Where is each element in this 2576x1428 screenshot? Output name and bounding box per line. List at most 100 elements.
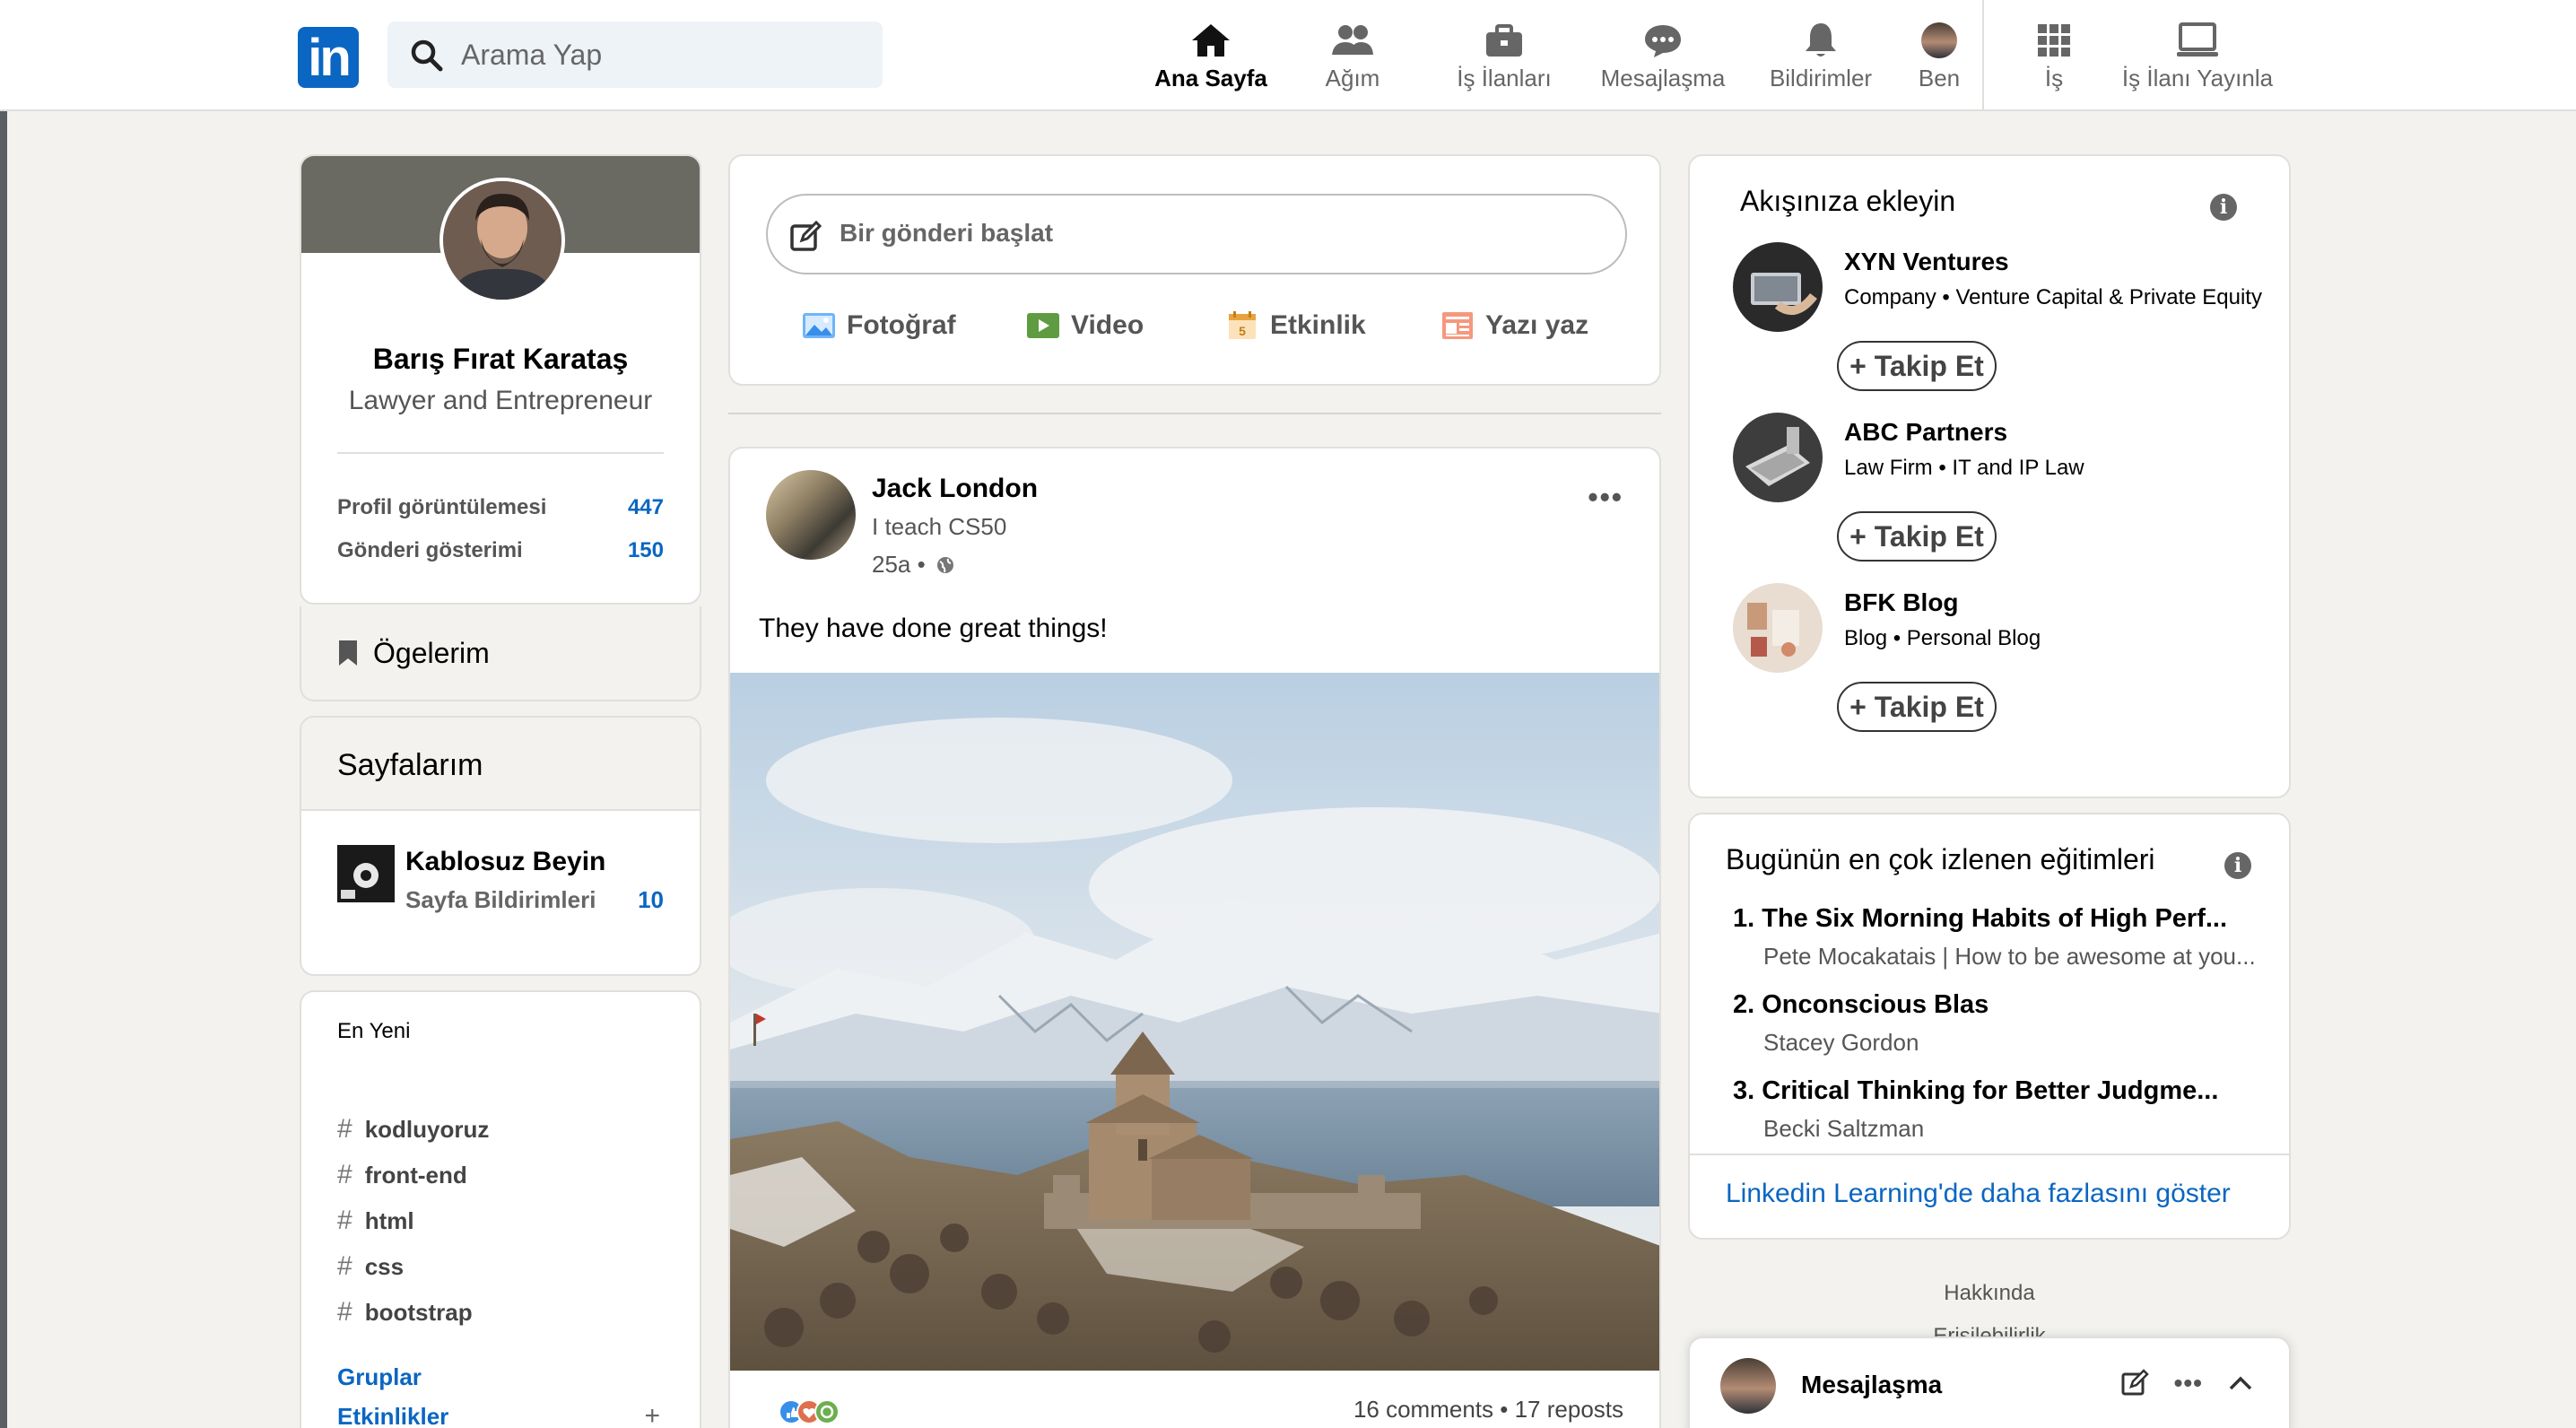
info-icon[interactable]: i [2224,852,2251,879]
post-time: 25a • [872,551,955,579]
course-title: 1. The Six Morning Habits of High Perf..… [1733,904,2228,933]
hashtag-icon: # [337,1297,352,1327]
bell-icon [1806,23,1836,57]
article-icon [1442,312,1473,339]
plus-icon[interactable]: + [644,1401,660,1428]
course-item[interactable]: 1. The Six Morning Habits of High Perf..… [1733,904,2271,971]
learning-card: Bugünün en çok izlenen eğitimleri i 1. T… [1688,813,2291,1240]
add-to-feed-card: Akışınıza ekleyin i XYN Ventures Company… [1688,154,2291,798]
nav-me[interactable]: Ben [1905,18,1973,99]
my-items-label: Ögelerim [373,637,490,669]
stat-value: 150 [627,538,664,562]
suggestion-avatar[interactable] [1733,583,1823,673]
home-icon [1192,24,1230,57]
learning-more-link[interactable]: Linkedin Learning'de daha fazlasını göst… [1726,1179,2231,1209]
post-composer: Bir gönderi başlat Fotoğraf Video 5 Etki… [728,154,1661,386]
info-icon[interactable]: i [2210,194,2237,221]
hashtag-icon: # [337,1251,352,1281]
stat-post-impressions[interactable]: Gönderi gösterimi 150 [337,538,664,563]
suggestion-avatar[interactable] [1733,242,1823,332]
bookmark-icon [339,640,357,666]
course-item[interactable]: 3. Critical Thinking for Better Judgme..… [1733,1076,2271,1143]
hashtag-item[interactable]: # front-end [337,1160,467,1190]
post-job-icon [2177,22,2218,57]
video-icon [1027,313,1059,338]
post-stats-bar: 16 comments • 17 reposts [730,1372,1659,1428]
post-image[interactable] [730,673,1659,1371]
messaging-label: Mesajlaşma [1801,1371,1943,1398]
recent-title: En Yeni [337,1019,411,1043]
author-name[interactable]: Jack London [872,474,1038,504]
hashtag-icon: # [337,1160,352,1189]
my-pages-title[interactable]: Sayfalarım [301,718,700,811]
nav-work[interactable]: İş [2027,18,2081,99]
hashtag-icon: # [337,1206,352,1235]
search-bar[interactable] [387,22,883,88]
nav-network[interactable]: Ağım [1292,18,1414,99]
hashtag-item[interactable]: # html [337,1206,414,1236]
profile-avatar[interactable] [439,178,565,303]
start-post-button[interactable]: Bir gönderi başlat [766,194,1627,274]
profile-name[interactable]: Barış Fırat Karataş [301,343,700,376]
photo-action[interactable]: Fotoğraf [802,310,956,341]
nav-messaging[interactable]: Mesajlaşma [1591,18,1735,99]
top-navigation: in Ana Sayfa Ağım İş İlanları Mesajlaşma… [0,0,2576,111]
compose-message-icon[interactable] [2120,1369,2149,1398]
chevron-up-icon[interactable] [2228,1374,2253,1392]
hashtag-item[interactable]: # kodluyoruz [337,1114,489,1145]
stat-profile-views[interactable]: Profil görüntülemesi 447 [337,495,664,520]
nav-notifications[interactable]: Bildirimler [1758,18,1884,99]
comments-count[interactable]: 16 comments [1353,1396,1493,1423]
grid-icon [2038,24,2070,57]
start-post-placeholder: Bir gönderi başlat [840,219,1054,247]
suggestion-name[interactable]: XYN Ventures [1844,248,2009,276]
reactions-icons[interactable] [777,1398,849,1428]
post-stats[interactable]: 16 comments • 17 reposts [1353,1396,1623,1424]
hashtag-item[interactable]: # bootstrap [337,1297,473,1328]
stat-value: 447 [627,495,664,519]
page-logo[interactable] [337,845,395,902]
messaging-avatar [1720,1358,1776,1414]
nav-post-job[interactable]: İş İlanı Yayınla [2108,18,2287,99]
calendar-icon: 5 [1229,311,1256,339]
add-to-feed-title: Akışınıza ekleyin [1740,185,1956,217]
follow-button[interactable]: + Takip Et [1837,341,1997,391]
more-options-icon[interactable]: ••• [1588,481,1623,514]
course-title: 2. Onconscious Blas [1733,990,1989,1019]
reposts-count[interactable]: 17 reposts [1515,1396,1623,1423]
nav-jobs[interactable]: İş İlanları [1435,18,1573,99]
hashtag-icon: # [337,1114,352,1144]
profile-headline: Lawyer and Entrepreneur [348,386,653,415]
follow-button[interactable]: + Takip Et [1837,682,1997,732]
article-action[interactable]: Yazı yaz [1440,310,1588,341]
profile-card: Barış Fırat Karataş Lawyer and Entrepren… [300,154,701,605]
search-input[interactable] [461,34,856,75]
nav-home[interactable]: Ana Sayfa [1141,18,1281,99]
nav-divider [1982,0,1984,109]
groups-link[interactable]: Gruplar [337,1363,422,1391]
my-items-row[interactable]: Ögelerim [300,606,701,701]
events-link[interactable]: Etkinlikler [337,1403,448,1428]
suggestion-name[interactable]: ABC Partners [1844,418,2007,447]
about-link[interactable]: Hakkında [1688,1281,2291,1306]
hashtag-item[interactable]: # css [337,1251,404,1282]
linkedin-logo[interactable]: in [298,27,359,88]
more-options-icon[interactable]: ••• [2174,1369,2203,1398]
follow-button[interactable]: + Takip Et [1837,511,1997,562]
search-icon [411,39,443,72]
edit-icon [790,221,822,251]
page-notifications-label[interactable]: Sayfa Bildirimleri [405,886,596,914]
page-notifications-count[interactable]: 10 [638,886,664,914]
globe-icon [936,557,953,573]
event-action[interactable]: 5 Etkinlik [1225,310,1366,341]
suggestion-avatar[interactable] [1733,413,1823,502]
video-action[interactable]: Video [1026,310,1144,341]
author-avatar[interactable] [766,470,856,560]
suggestion-subtitle: Company • Venture Capital & Private Equi… [1844,285,2262,309]
profile-photo [443,181,561,300]
page-name[interactable]: Kablosuz Beyin [405,847,605,877]
suggestion-name[interactable]: BFK Blog [1844,588,1959,617]
course-author: Becki Saltzman [1763,1115,1925,1142]
course-item[interactable]: 2. Onconscious Blas Stacey Gordon [1733,990,2271,1057]
messaging-bar[interactable]: Mesajlaşma ••• [1688,1337,2291,1428]
